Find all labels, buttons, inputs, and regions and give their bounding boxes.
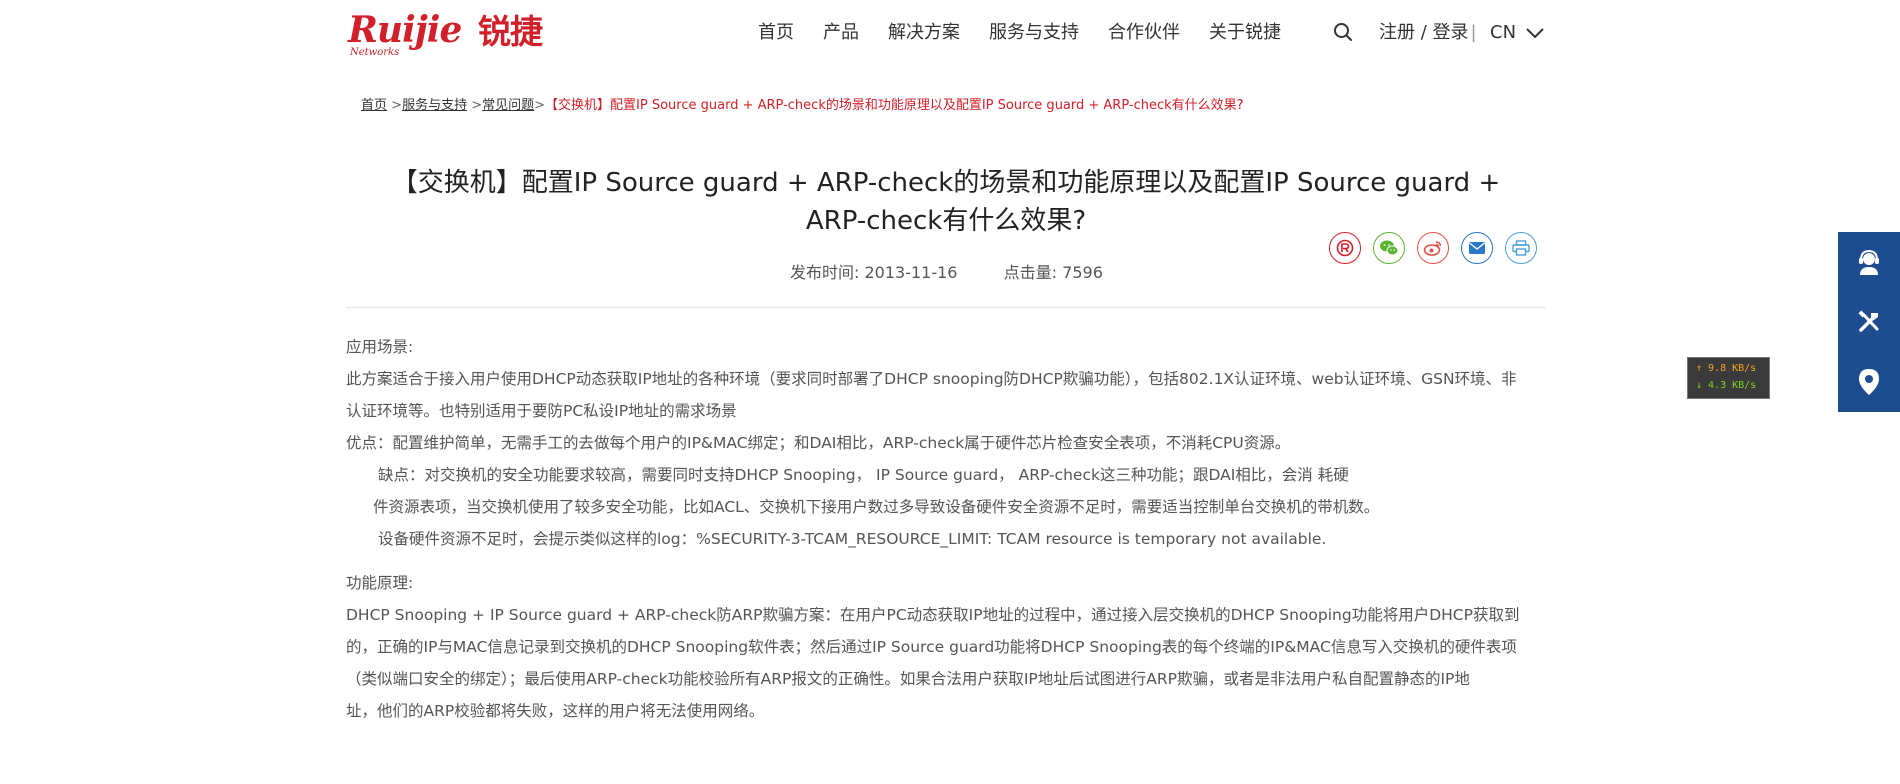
chevron-down-icon [1526, 28, 1544, 39]
title-divider [346, 307, 1546, 308]
share-bar [1329, 232, 1549, 264]
nav-service-support[interactable]: 服务与支持 [989, 20, 1079, 46]
breadcrumb-service-support[interactable]: 服务与支持 [402, 98, 467, 113]
paragraph-line: （类似端口安全的绑定）；最后使用ARP-check功能校验所有ARP报文的正确性… [346, 670, 1470, 688]
share-wechat-button[interactable] [1373, 232, 1405, 264]
download-speed: ↓ 4.3 KB/s [1696, 380, 1757, 391]
breadcrumb-faq[interactable]: 常见问题 [482, 98, 534, 113]
section-heading: 功能原理: [346, 574, 414, 592]
logo-text-en: Ruijie [348, 9, 462, 51]
share-print-button[interactable] [1505, 232, 1537, 264]
network-speed-widget[interactable]: ↑ 9.8 KB/s ↓ 4.3 KB/s [1687, 357, 1770, 399]
upload-speed: ↑ 9.8 KB/s [1696, 363, 1757, 374]
language-selector[interactable]: CN [1490, 20, 1544, 46]
nav-home[interactable]: 首页 [758, 20, 794, 46]
logo-subtitle: Networks [350, 47, 400, 58]
location-button[interactable] [1838, 352, 1900, 412]
logo-text-cn: 锐捷 [478, 12, 543, 51]
customer-service-button[interactable] [1838, 232, 1900, 292]
paragraph-line: 的，正确的IP与MAC信息记录到交换机的DHCP Snooping软件表；然后通… [346, 638, 1517, 656]
paragraph-line: 认证环境等。也特别适用于要防PC私设IP地址的需求场景 [346, 402, 737, 420]
breadcrumb-current: 【交换机】配置IP Source guard + ARP-check的场景和功能… [545, 98, 1244, 113]
login-separator: | [1470, 22, 1477, 43]
share-weibo-button[interactable] [1417, 232, 1449, 264]
article-title: 【交换机】配置IP Source guard + ARP-check的场景和功能… [346, 164, 1546, 240]
customer-service-icon [1859, 249, 1879, 275]
nav-about[interactable]: 关于锐捷 [1209, 20, 1281, 46]
email-icon [1469, 242, 1485, 254]
location-pin-icon [1859, 369, 1879, 395]
article-meta: 发布时间: 2013-11-16 点击量: 7596 [790, 262, 1103, 284]
section-heading: 应用场景: [346, 338, 414, 356]
article-title-line: 【交换机】配置IP Source guard + ARP-check的场景和功能… [391, 168, 1501, 198]
paragraph-line: 优点：配置维护简单，无需手工的去做每个用户的IP&MAC绑定；和DAI相比，AR… [346, 434, 1291, 452]
breadcrumb-sep: > [534, 98, 546, 113]
nav-products[interactable]: 产品 [823, 20, 859, 46]
site-header: Ruijie 锐捷 Networks 首页 产品 解决方案 服务与支持 合作伙伴… [0, 0, 1900, 64]
paragraph-line: 此方案适合于接入用户使用DHCP动态获取IP地址的各种环境（要求同时部署了DHC… [346, 370, 1517, 388]
paragraph-line: 件资源表项，当交换机使用了较多安全功能，比如ACL、交换机下接用户数过多导致设备… [373, 498, 1380, 516]
tools-button[interactable] [1838, 292, 1900, 352]
paragraph-line: 址，他们的ARP校验都将失败，这样的用户将无法使用网络。 [346, 702, 765, 720]
login-register-label: 注册 / 登录 [1379, 22, 1469, 43]
share-email-button[interactable] [1461, 232, 1493, 264]
paragraph-line: 缺点：对交换机的安全功能要求较高，需要同时支持DHCP Snooping， IP… [378, 466, 1349, 484]
publish-date: 2013-11-16 [864, 263, 958, 282]
breadcrumb: 首页 >服务与支持 >常见问题>【交换机】配置IP Source guard +… [361, 96, 1244, 116]
breadcrumb-home[interactable]: 首页 [361, 98, 387, 113]
tools-icon [1858, 310, 1879, 332]
breadcrumb-sep: > [391, 98, 403, 113]
page: Ruijie 锐捷 Networks 首页 产品 解决方案 服务与支持 合作伙伴… [0, 0, 1900, 784]
main-nav: 首页 产品 解决方案 服务与支持 合作伙伴 关于锐捷 [758, 20, 1310, 46]
nav-solutions[interactable]: 解决方案 [888, 20, 960, 46]
wechat-icon [1380, 240, 1399, 256]
share-ruijie-button[interactable] [1329, 232, 1361, 264]
floating-sidebar [1838, 232, 1900, 412]
views-count: 7596 [1062, 263, 1103, 282]
paragraph-line: DHCP Snooping + IP Source guard + ARP-ch… [346, 606, 1520, 624]
paragraph-line: 设备硬件资源不足时，会提示类似这样的log：%SECURITY-3-TCAM_R… [378, 530, 1327, 548]
ruijie-logo[interactable]: Ruijie 锐捷 Networks [346, 9, 566, 58]
views-label: 点击量: [1003, 263, 1058, 282]
ruijie-r-icon [1336, 239, 1354, 257]
weibo-icon [1423, 241, 1442, 256]
login-register-link[interactable]: 注册 / 登录 | [1379, 20, 1477, 46]
nav-partners[interactable]: 合作伙伴 [1108, 20, 1180, 46]
printer-icon [1512, 240, 1530, 256]
publish-date-label: 发布时间: [790, 263, 860, 282]
language-label: CN [1490, 22, 1517, 43]
search-icon[interactable] [1333, 22, 1353, 42]
breadcrumb-sep: > [471, 98, 483, 113]
